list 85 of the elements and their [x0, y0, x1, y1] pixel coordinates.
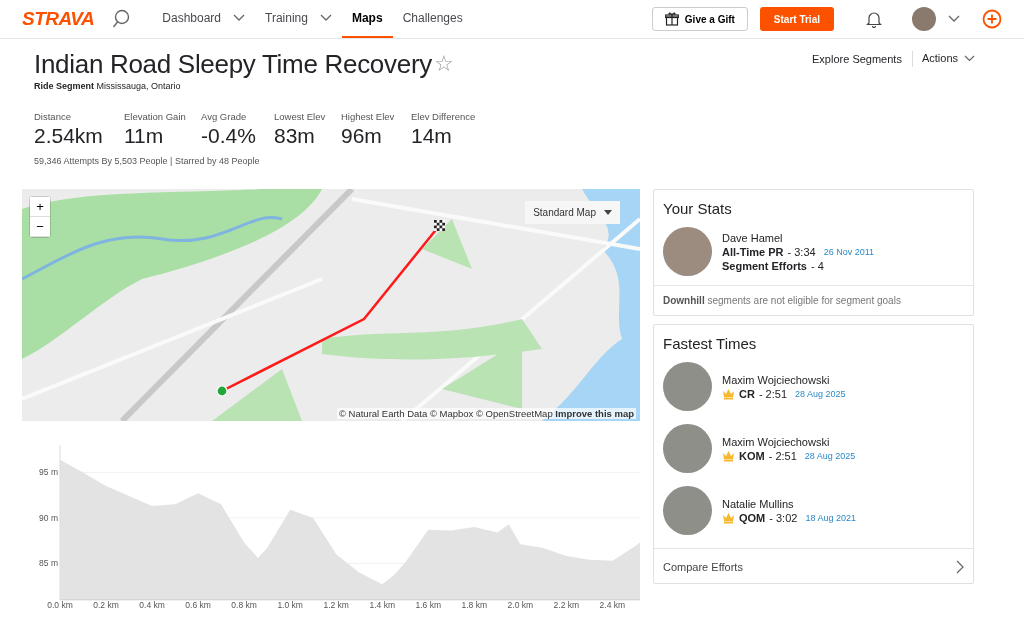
nav-tab[interactable]: Maps: [341, 0, 393, 38]
pr-time: - 3:34: [787, 245, 816, 258]
compare-efforts-link[interactable]: Compare Efforts: [654, 548, 973, 583]
x-tick-label: 2.4 km: [599, 600, 626, 610]
segment-location: Mississauga, Ontario: [96, 81, 181, 91]
x-tick-label: 1.6 km: [415, 600, 442, 610]
stat-value: 83m: [274, 124, 316, 148]
start-marker-icon: [216, 385, 228, 397]
x-tick-label: 0.4 km: [139, 600, 165, 610]
athlete-name[interactable]: Maxim Wojciechowski: [722, 373, 846, 386]
explore-segments-link[interactable]: Explore Segments: [812, 53, 912, 65]
chevron-right-icon: [956, 560, 964, 574]
stat-value: 96m: [341, 124, 383, 148]
athlete-name[interactable]: Dave Hamel: [722, 231, 875, 244]
x-tick-label: 1.4 km: [369, 600, 395, 610]
card-title: Fastest Times: [663, 335, 758, 352]
x-tick-label: 0.6 km: [185, 600, 211, 610]
segment-title: Indian Road Sleepy Time Recovery: [34, 49, 432, 80]
rank-label: KOM: [739, 449, 765, 462]
effort-date-link[interactable]: 28 Aug 2025: [795, 388, 846, 399]
x-tick-label: 1.0 km: [277, 600, 303, 610]
athlete-photo-placeholder[interactable]: [663, 486, 712, 535]
x-tick-label: 0.2 km: [93, 600, 119, 610]
effort-date-link[interactable]: 28 Aug 2025: [804, 450, 856, 461]
effort-time: - 2:51: [768, 449, 797, 462]
nav-tab[interactable]: Challenges: [392, 0, 473, 38]
crown-icon: [722, 449, 735, 462]
chevron-down-icon: [964, 54, 975, 62]
stat-label: Elev Difference: [411, 111, 476, 122]
stat-label: Highest Elev: [341, 111, 396, 122]
notification-bell-icon[interactable]: [866, 10, 882, 28]
segment-type: Ride Segment: [34, 81, 94, 91]
map-attribution: © Natural Earth Data © Mapbox © OpenStreetMap: [338, 408, 553, 419]
plus-circle-icon[interactable]: [982, 9, 1002, 29]
chevron-down-icon[interactable]: [319, 14, 332, 22]
attempts-summary: 59,346 Attempts By 5,503 People | Starred by 48 People: [34, 156, 261, 166]
x-tick-label: 0.0 km: [47, 600, 73, 610]
card-title: Your Stats: [663, 200, 733, 217]
effort-date-link[interactable]: 18 Aug 2021: [805, 512, 856, 523]
stat-label: Lowest Elev: [274, 111, 327, 122]
chevron-down-icon[interactable]: [233, 14, 245, 22]
stat-label: Elevation Gain: [124, 111, 187, 122]
give-gift-button[interactable]: Give a Gift: [651, 7, 748, 31]
search-icon[interactable]: [112, 9, 131, 29]
stat-value: 14m: [411, 124, 453, 148]
stat-value: -0.4%: [201, 124, 257, 148]
nav-tab[interactable]: Dashboard: [152, 0, 255, 38]
user-avatar[interactable]: [912, 7, 936, 31]
actions-menu-button[interactable]: Actions: [912, 52, 975, 64]
stat-label: Distance: [34, 111, 72, 122]
efforts-label: Segment Efforts: [722, 259, 807, 272]
gift-icon: [664, 12, 679, 26]
athlete-name[interactable]: Natalie Mullins: [722, 497, 856, 510]
zoom-in-button[interactable]: +: [30, 197, 50, 217]
effort-date-link[interactable]: 26 Nov 2011: [823, 246, 875, 257]
finish-flag-icon: [434, 220, 445, 231]
chevron-down-icon[interactable]: [948, 15, 960, 23]
x-tick-label: 2.0 km: [507, 600, 534, 610]
efforts-count: - 4: [810, 259, 824, 272]
x-tick-label: 0.8 km: [231, 600, 257, 610]
y-tick-label: 85 m: [39, 558, 58, 569]
goal-eligibility-note: Downhill segments are not eligible for segment goals: [654, 285, 973, 315]
rank-label: CR: [739, 387, 755, 400]
athlete-avatar[interactable]: [663, 227, 712, 276]
x-tick-label: 2.2 km: [553, 600, 580, 610]
improve-map-link[interactable]: Improve this map: [555, 408, 634, 419]
x-tick-label: 1.2 km: [323, 600, 349, 610]
caret-down-icon: [604, 210, 612, 215]
y-tick-label: 95 m: [39, 467, 58, 478]
athlete-photo-placeholder[interactable]: [663, 362, 712, 411]
effort-time: - 2:51: [758, 387, 788, 400]
nav-tab[interactable]: Training: [255, 0, 342, 38]
crown-icon: [722, 387, 735, 400]
stat-value: 11m: [124, 124, 165, 148]
effort-time: - 3:02: [769, 511, 798, 524]
athlete-name[interactable]: Maxim Wojciechowski: [722, 435, 856, 448]
map-style-dropdown[interactable]: Standard Map: [525, 201, 620, 224]
y-tick-label: 90 m: [39, 512, 58, 523]
crown-icon: [722, 511, 735, 524]
pr-label: All-Time PR: [722, 245, 784, 258]
stat-label: Avg Grade: [201, 111, 248, 122]
athlete-photo-placeholder[interactable]: [663, 424, 712, 473]
rank-label: QOM: [739, 511, 766, 524]
stat-value: 2.54km: [34, 124, 104, 148]
x-tick-label: 1.8 km: [461, 600, 488, 610]
